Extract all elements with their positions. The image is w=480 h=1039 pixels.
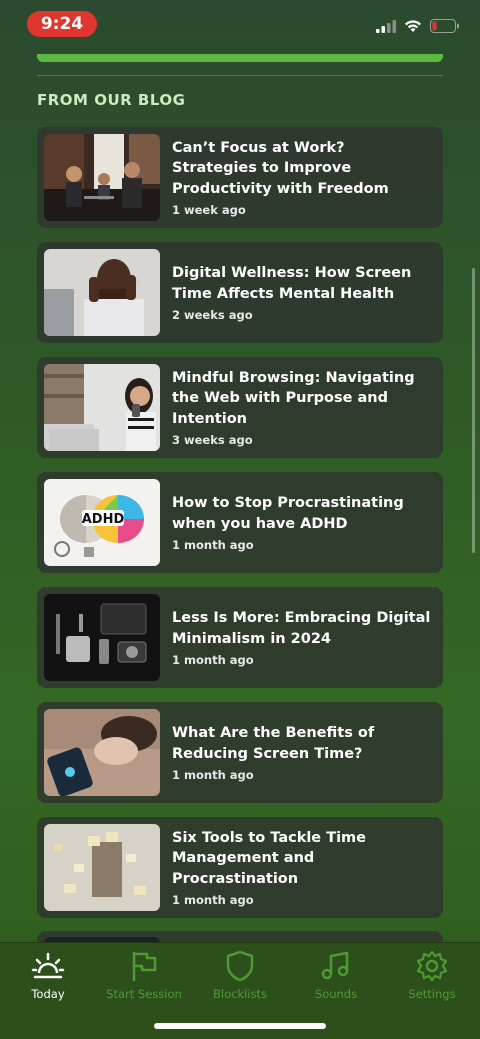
gear-icon bbox=[384, 949, 480, 983]
flag-icon bbox=[96, 949, 192, 983]
blog-title: What Are the Benefits of Reducing Screen… bbox=[172, 725, 375, 762]
blog-card[interactable]: Can’t Focus at Work? Strategies to Impro… bbox=[37, 127, 443, 228]
blog-card[interactable]: Digital Wellness: How Screen Time Affect… bbox=[37, 242, 443, 343]
music-note-icon bbox=[288, 949, 384, 983]
blog-title: How to Stop Procrastinating when you hav… bbox=[172, 495, 404, 532]
adhd-brain-illustration: ADHD bbox=[44, 479, 160, 566]
home-indicator[interactable] bbox=[154, 1023, 326, 1029]
stressed-man-laptop-photo bbox=[44, 249, 160, 336]
status-time: 9:24 bbox=[27, 11, 97, 37]
tab-start-session[interactable]: Start Session bbox=[96, 949, 192, 1001]
tab-sounds[interactable]: Sounds bbox=[288, 949, 384, 1001]
woman-phone-photo bbox=[44, 364, 160, 451]
tab-today[interactable]: Today bbox=[0, 949, 96, 1001]
status-bar: 9:24 bbox=[0, 0, 480, 48]
sunrise-icon bbox=[0, 949, 96, 983]
blog-date: 1 month ago bbox=[172, 893, 254, 908]
blog-card[interactable]: What Are the Benefits of Reducing Screen… bbox=[37, 702, 443, 803]
blog-date: 1 month ago bbox=[172, 768, 254, 782]
divider bbox=[37, 75, 443, 76]
sticky-notes-photo bbox=[44, 824, 160, 911]
adhd-label: ADHD bbox=[82, 512, 125, 527]
tab-blocklists[interactable]: Blocklists bbox=[192, 949, 288, 1001]
blog-title: Can’t Focus at Work? Strategies to Impro… bbox=[172, 139, 389, 197]
tab-label: Blocklists bbox=[213, 987, 267, 1001]
shield-icon bbox=[192, 949, 288, 983]
blog-card[interactable]: Less Is More: Embracing Digital Minimali… bbox=[37, 587, 443, 688]
tab-label: Today bbox=[31, 987, 65, 1001]
blog-date: 1 month ago bbox=[172, 538, 254, 552]
blog-title: Six Tools to Tackle Time Management and … bbox=[172, 829, 366, 887]
tab-label: Start Session bbox=[106, 987, 182, 1001]
blog-card[interactable]: Six Tools to Tackle Time Management and … bbox=[37, 817, 443, 918]
blog-title: Digital Wellness: How Screen Time Affect… bbox=[172, 265, 412, 302]
status-icons bbox=[376, 18, 460, 37]
blog-date: 2 weeks ago bbox=[172, 308, 253, 322]
blog-date: 1 week ago bbox=[172, 203, 246, 218]
blog-card[interactable]: Mindful Browsing: Navigating the Web wit… bbox=[37, 357, 443, 458]
tab-settings[interactable]: Settings bbox=[384, 949, 480, 1001]
wifi-icon bbox=[404, 18, 422, 37]
section-title: FROM OUR BLOG bbox=[37, 91, 186, 109]
blog-list: Can’t Focus at Work? Strategies to Impro… bbox=[37, 127, 443, 932]
blog-date: 1 month ago bbox=[172, 653, 254, 667]
person-sleeping-phone-photo bbox=[44, 709, 160, 796]
progress-strip bbox=[37, 54, 443, 62]
blog-card[interactable]: ADHD How to Stop Procrastinating when yo… bbox=[37, 472, 443, 573]
office-meeting-photo bbox=[44, 134, 160, 221]
tab-label: Sounds bbox=[314, 987, 358, 1001]
scrollbar[interactable] bbox=[472, 268, 475, 553]
tab-label: Settings bbox=[408, 987, 456, 1001]
battery-icon bbox=[430, 18, 460, 37]
blog-title: Mindful Browsing: Navigating the Web wit… bbox=[172, 369, 415, 427]
desk-gadgets-photo bbox=[44, 594, 160, 681]
blog-date: 3 weeks ago bbox=[172, 433, 253, 448]
cellular-signal-icon bbox=[376, 18, 396, 37]
blog-title: Less Is More: Embracing Digital Minimali… bbox=[172, 610, 431, 647]
